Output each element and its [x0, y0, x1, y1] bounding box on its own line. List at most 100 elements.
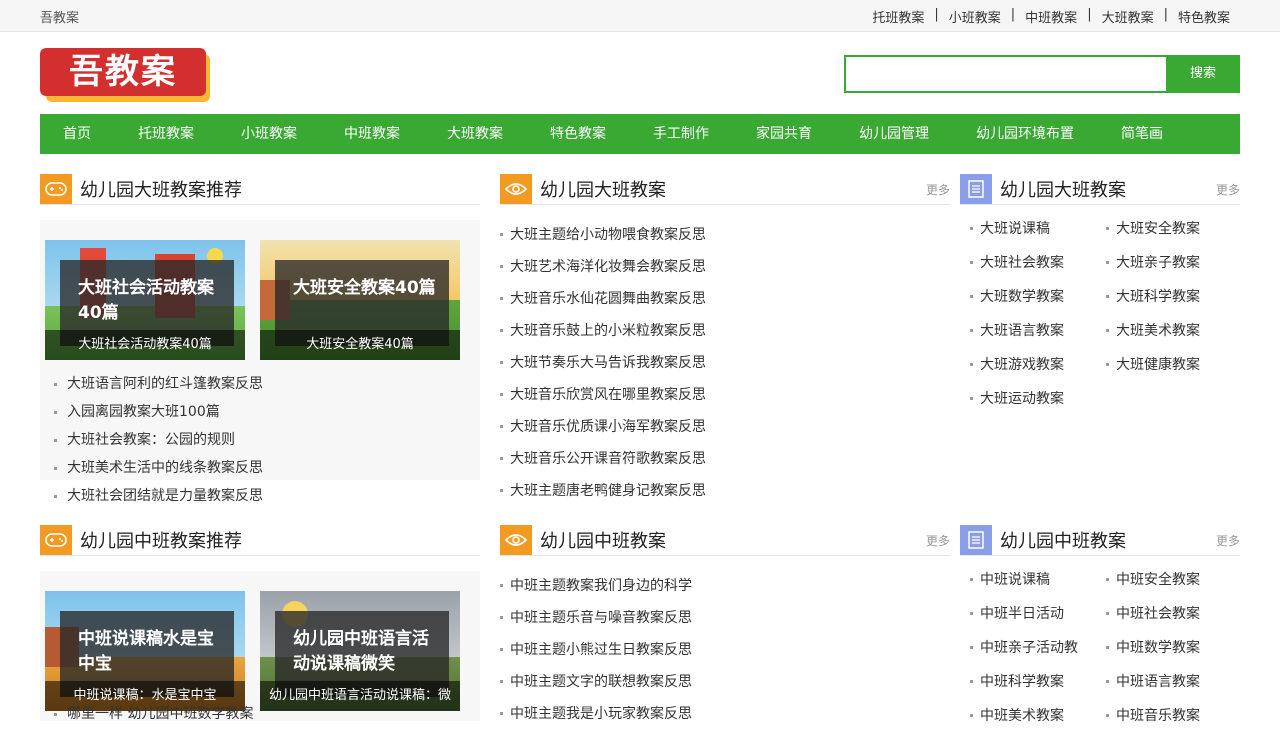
search-button[interactable]: 搜索: [1166, 55, 1240, 93]
category-link[interactable]: 大班游戏教案: [970, 354, 1064, 374]
list-item[interactable]: 大班语言阿利的红斗篷教案反思: [54, 370, 263, 398]
category-link[interactable]: 中班音乐教案: [1106, 705, 1200, 725]
list-item[interactable]: 中班主题我是小玩家教案反思: [500, 699, 692, 731]
section-title: 幼儿园中班教案: [1000, 531, 1126, 552]
category-link[interactable]: 大班数学教案: [970, 286, 1064, 306]
category-link[interactable]: 中班语言教案: [1106, 671, 1200, 691]
document-icon: [960, 174, 992, 204]
featured-card-2[interactable]: 幼儿园中班语言活 动说课稿微笑 幼儿园中班语言活动说课稿：微: [260, 591, 460, 711]
nav-item-home[interactable]: 首页: [63, 114, 91, 154]
top-link-xiaoban[interactable]: 小班教案: [949, 7, 1001, 26]
gamepad-icon: [40, 525, 72, 555]
section-big-list: 幼儿园大班教案 更多 大班主题给小动物喂食教案反思 大班艺术海洋化妆舞会教案反思…: [500, 174, 950, 499]
section-title: 幼儿园大班教案: [540, 180, 666, 201]
category-link[interactable]: 大班社会教案: [970, 252, 1064, 272]
section-header: 幼儿园中班教案 更多: [960, 525, 1240, 556]
category-link[interactable]: 中班数学教案: [1106, 637, 1200, 657]
list-item[interactable]: 哪里一样 幼儿园中班数学教案: [53, 700, 253, 728]
list-item[interactable]: 大班社会团结就是力量教案反思: [54, 482, 263, 510]
top-link-tese[interactable]: 特色教案: [1178, 7, 1230, 26]
top-links: 托班教案 | 小班教案 | 中班教案 | 大班教案 | 特色教案: [872, 7, 1230, 26]
list-item[interactable]: 大班美术生活中的线条教案反思: [54, 454, 263, 482]
section-title: 幼儿园大班教案: [1000, 180, 1126, 201]
card-caption: 幼儿园中班语言活动说课稿：微: [260, 681, 460, 711]
nav-item-huanjing[interactable]: 幼儿园环境布置: [976, 114, 1074, 154]
list-item[interactable]: 中班主题文字的联想教案反思: [500, 667, 692, 699]
list-item[interactable]: 大班音乐欣赏风在哪里教案反思: [500, 380, 706, 412]
list-item[interactable]: 大班社会教案：公园的规则: [54, 426, 263, 454]
site-logo[interactable]: 吾教案: [40, 48, 210, 102]
list-item[interactable]: 大班音乐优质课小海军教案反思: [500, 412, 706, 444]
card-caption: 大班安全教案40篇: [260, 330, 460, 360]
list-item[interactable]: 中班主题教案我们身边的科学: [500, 571, 692, 603]
featured-card-1[interactable]: 中班说课稿水是宝 中宝 中班说课稿：水是宝中宝: [45, 591, 245, 711]
nav-item-tese[interactable]: 特色教案: [550, 114, 606, 154]
nav-item-jiayuan[interactable]: 家园共育: [756, 114, 812, 154]
category-link[interactable]: 大班语言教案: [970, 320, 1064, 340]
category-link[interactable]: 大班亲子教案: [1106, 252, 1200, 272]
category-link[interactable]: 中班社会教案: [1106, 603, 1200, 623]
top-link-tuoban[interactable]: 托班教案: [872, 7, 924, 26]
list-item[interactable]: 大班节奏乐大马告诉我教案反思: [500, 348, 706, 380]
list-item[interactable]: 入园离园教案大班100篇: [54, 398, 263, 426]
category-link[interactable]: 中班说课稿: [970, 569, 1050, 589]
list-item[interactable]: 大班主题给小动物喂食教案反思: [500, 220, 706, 252]
section-title: 幼儿园大班教案推荐: [80, 180, 242, 201]
section-mid-list: 幼儿园中班教案 更多 中班主题教案我们身边的科学 中班主题乐音与噪音教案反思 中…: [500, 525, 950, 722]
category-link[interactable]: 中班安全教案: [1106, 569, 1200, 589]
nav-item-guanli[interactable]: 幼儿园管理: [859, 114, 929, 154]
section-header: 幼儿园大班教案推荐: [40, 174, 480, 205]
list-item[interactable]: 大班音乐水仙花圆舞曲教案反思: [500, 284, 706, 316]
nav-item-jianbihua[interactable]: 简笔画: [1121, 114, 1163, 154]
featured-list: 哪里一样 幼儿园中班数学教案: [53, 700, 253, 728]
category-link[interactable]: 大班运动教案: [970, 388, 1064, 408]
category-link[interactable]: 中班半日活动: [970, 603, 1064, 623]
more-link[interactable]: 更多: [1216, 181, 1240, 198]
category-link[interactable]: 大班安全教案: [1106, 218, 1200, 238]
article-list: 大班主题给小动物喂食教案反思 大班艺术海洋化妆舞会教案反思 大班音乐水仙花圆舞曲…: [500, 220, 706, 508]
search-input[interactable]: [844, 55, 1168, 93]
featured-card-2[interactable]: 大班安全教案40篇 大班安全教案40篇: [260, 240, 460, 360]
category-link[interactable]: 中班亲子活动教: [970, 637, 1078, 657]
more-link[interactable]: 更多: [926, 181, 950, 198]
section-header: 幼儿园大班教案 更多: [500, 174, 950, 205]
document-icon: [960, 525, 992, 555]
top-link-zhongban[interactable]: 中班教案: [1025, 7, 1077, 26]
nav-item-tuoban[interactable]: 托班教案: [138, 114, 194, 154]
list-item[interactable]: 大班音乐公开课音符歌教案反思: [500, 444, 706, 476]
category-link[interactable]: 大班美术教案: [1106, 320, 1200, 340]
site-name[interactable]: 吾教案: [40, 7, 79, 26]
category-link[interactable]: 大班说课稿: [970, 218, 1050, 238]
nav-item-xiaoban[interactable]: 小班教案: [241, 114, 297, 154]
category-link[interactable]: 中班美术教案: [970, 705, 1064, 725]
featured-box: 中班说课稿水是宝 中宝 中班说课稿：水是宝中宝 幼儿园中班语言活 动说课稿微笑 幼儿…: [40, 571, 480, 721]
list-item[interactable]: 大班音乐鼓上的小米粒教案反思: [500, 316, 706, 348]
main-nav: 首页 托班教案 小班教案 中班教案 大班教案 特色教案 手工制作 家园共育 幼儿…: [40, 114, 1240, 154]
featured-box: 大班社会活动教案 40篇 大班社会活动教案40篇 大班安全教案40篇 大班安全教案…: [40, 220, 480, 504]
nav-item-daban[interactable]: 大班教案: [447, 114, 503, 154]
featured-list: 大班语言阿利的红斗篷教案反思 入园离园教案大班100篇 大班社会教案：公园的规则…: [54, 370, 263, 510]
search-bar: 搜索: [844, 55, 1240, 93]
section-mid-cats: 幼儿园中班教案 更多 中班说课稿 中班安全教案 中班半日活动 中班社会教案 中班…: [960, 525, 1240, 724]
logo-text: 吾教案: [40, 48, 206, 96]
category-link[interactable]: 中班科学教案: [970, 671, 1064, 691]
category-link[interactable]: 大班健康教案: [1106, 354, 1200, 374]
section-title: 幼儿园中班教案: [540, 531, 666, 552]
gamepad-icon: [40, 174, 72, 204]
eye-icon: [500, 174, 532, 204]
list-item[interactable]: 大班主题唐老鸭健身记教案反思: [500, 476, 706, 508]
nav-item-shougong[interactable]: 手工制作: [653, 114, 709, 154]
top-bar: 吾教案 托班教案 | 小班教案 | 中班教案 | 大班教案 | 特色教案: [0, 0, 1280, 32]
featured-card-1[interactable]: 大班社会活动教案 40篇 大班社会活动教案40篇: [45, 240, 245, 360]
section-header: 幼儿园大班教案 更多: [960, 174, 1240, 205]
category-link[interactable]: 大班科学教案: [1106, 286, 1200, 306]
top-link-daban[interactable]: 大班教案: [1102, 7, 1154, 26]
eye-icon: [500, 525, 532, 555]
nav-item-zhongban[interactable]: 中班教案: [344, 114, 400, 154]
section-mid-featured: 幼儿园中班教案推荐 中班说课稿水是宝 中宝 中班说课稿：水是宝中宝 幼儿园中班语言…: [40, 525, 480, 722]
list-item[interactable]: 大班艺术海洋化妆舞会教案反思: [500, 252, 706, 284]
more-link[interactable]: 更多: [1216, 532, 1240, 549]
list-item[interactable]: 中班主题小熊过生日教案反思: [500, 635, 692, 667]
list-item[interactable]: 中班主题乐音与噪音教案反思: [500, 603, 692, 635]
more-link[interactable]: 更多: [926, 532, 950, 549]
